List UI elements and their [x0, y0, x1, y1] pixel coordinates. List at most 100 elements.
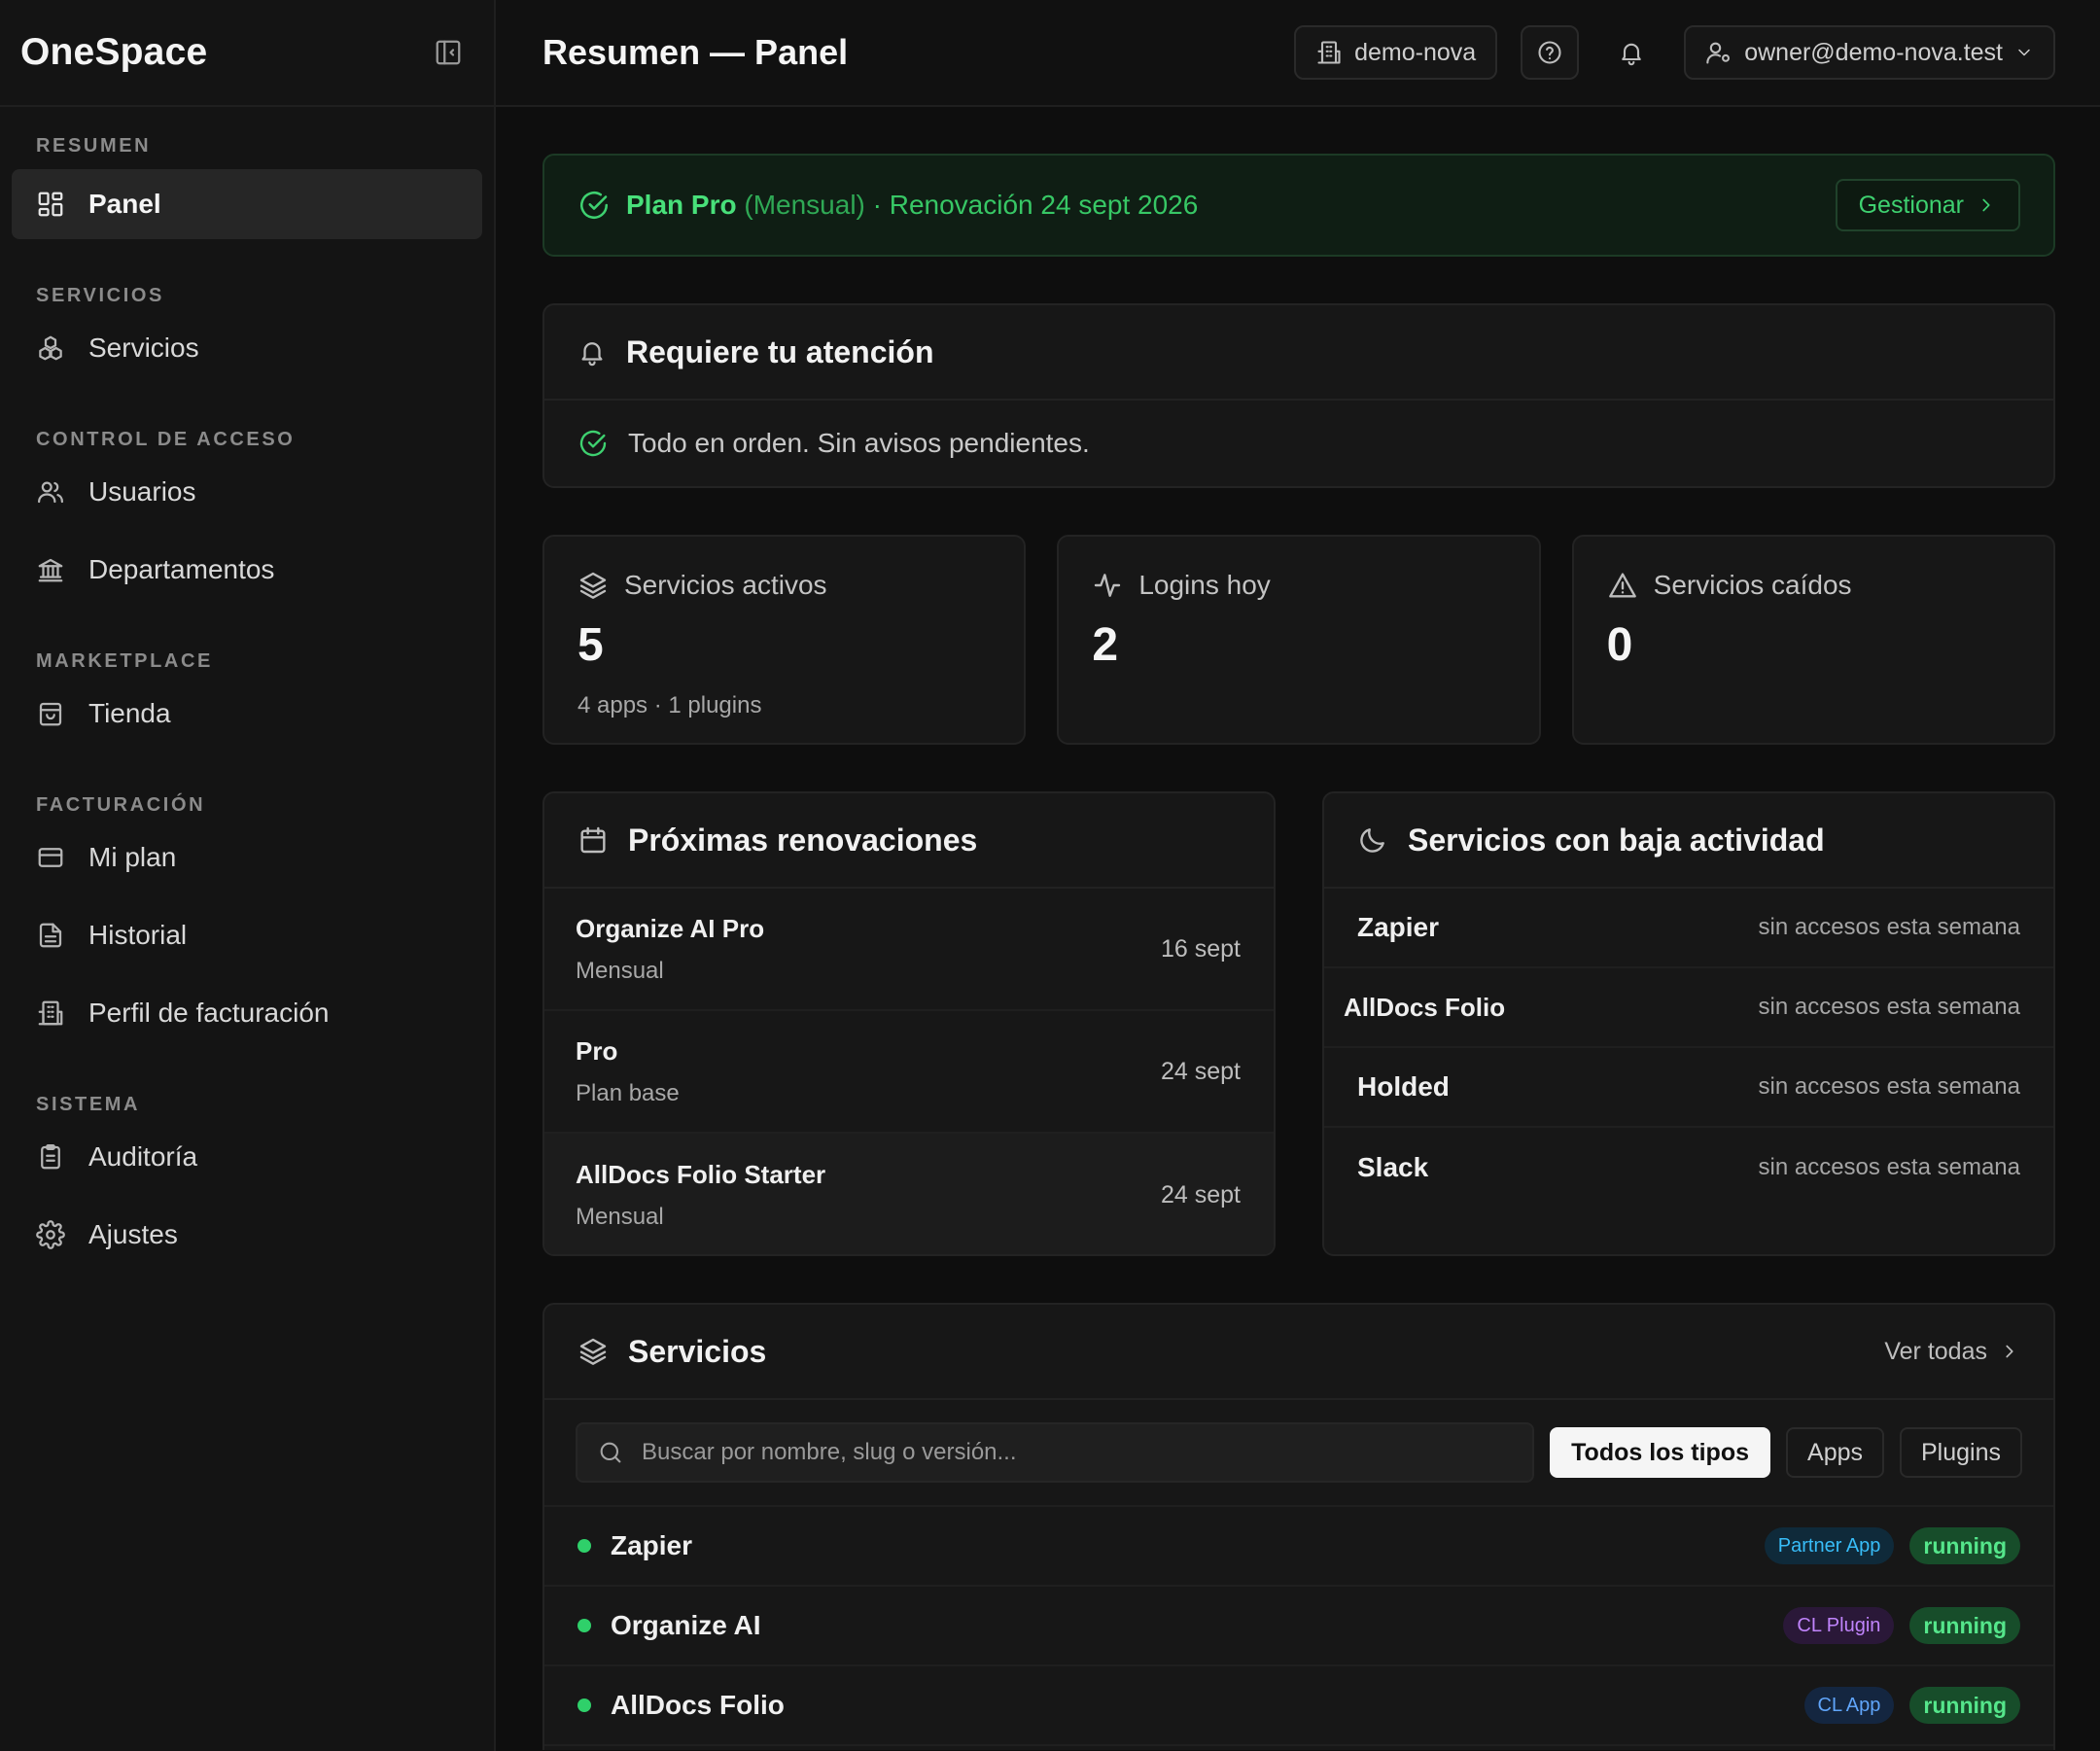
stat-label: Servicios caídos — [1653, 570, 1852, 600]
sidebar-item-label: Tienda — [88, 698, 171, 728]
stat-label: Servicios activos — [624, 570, 827, 600]
list-item[interactable]: AllDocs Folio sin accesos esta semana — [1324, 968, 2053, 1048]
stat-header: Servicios caídos — [1607, 570, 2020, 601]
store-icon — [39, 702, 62, 726]
moon-icon — [1360, 828, 1384, 853]
activity-note: sin accesos esta semana — [1758, 1154, 2020, 1180]
sidebar-item-historial[interactable]: Historial — [12, 900, 482, 970]
sidebar-item-mi-plan[interactable]: Mi plan — [12, 823, 482, 893]
stat-value: 0 — [1606, 619, 1633, 671]
stat-card-servicios-caidos[interactable]: Servicios caídos 0 — [1571, 535, 2055, 745]
renewal-period: Plan base — [576, 1079, 680, 1106]
list-item[interactable]: AllDocs Folio Starter Mensual 24 sept — [544, 1134, 1274, 1254]
table-row[interactable]: Zapier Partner App running — [544, 1507, 2053, 1587]
services-card: Servicios Ver todas Todos los tipos Apps… — [542, 1303, 2055, 1750]
see-all-link[interactable]: Ver todas — [1884, 1338, 2020, 1366]
services-title: Servicios — [628, 1333, 767, 1369]
help-button[interactable] — [1521, 25, 1580, 80]
grid-icon — [38, 192, 63, 217]
users-icon — [38, 481, 63, 504]
stat-card-logins-hoy[interactable]: Logins hoy 2 — [1057, 535, 1541, 745]
sidebar-item-usuarios[interactable]: Usuarios — [12, 457, 482, 527]
search-box — [576, 1422, 1535, 1483]
activity-note: sin accesos esta semana — [1758, 914, 2020, 940]
user-cog-icon — [1706, 42, 1731, 64]
topbar: Resumen — Panel demo-nova owner@demo-nov… — [496, 0, 2100, 107]
credit-card-icon — [38, 848, 63, 867]
renewal-period: Mensual — [576, 1203, 664, 1230]
status-dot — [578, 1698, 591, 1712]
service-name: Zapier — [611, 1530, 693, 1560]
plan-period: (Mensual) — [744, 190, 865, 220]
sidebar-item-label: Ajustes — [88, 1219, 178, 1249]
notifications-button[interactable] — [1602, 25, 1661, 80]
workspace-name: demo-nova — [1354, 38, 1477, 66]
sidebar-header: OneSpace — [0, 0, 494, 107]
renewal-date: 24 sept — [1160, 1057, 1241, 1085]
workspace-switcher[interactable]: demo-nova — [1294, 25, 1498, 80]
list-item[interactable]: Slack sin accesos esta semana — [1324, 1128, 2053, 1208]
nav-section-facturacion: FACTURACIÓN Mi plan Historial Perfil de … — [0, 770, 494, 1048]
filter-all-types[interactable]: Todos los tipos — [1550, 1427, 1771, 1478]
filter-apps[interactable]: Apps — [1786, 1427, 1884, 1478]
nav-section-marketplace: MARKETPLACE Tienda — [0, 626, 494, 749]
low-activity-header: Servicios con baja actividad — [1324, 793, 2053, 889]
section-label: MARKETPLACE — [36, 650, 213, 672]
search-input[interactable] — [642, 1439, 1514, 1466]
section-label: RESUMEN — [36, 135, 152, 157]
attention-header: Requiere tu atención — [544, 305, 2053, 401]
nav-section-resumen: RESUMEN Panel — [0, 128, 494, 239]
activity-note: sin accesos esta semana — [1758, 1073, 2020, 1100]
low-activity-title: Servicios con baja actividad — [1408, 822, 1825, 858]
stat-header: Servicios activos — [578, 570, 991, 601]
sidebar-item-label: Historial — [88, 920, 188, 950]
status-badge: running — [1909, 1527, 2020, 1564]
renewal-date: 24 sept — [1160, 1180, 1241, 1208]
sidebar-item-tienda[interactable]: Tienda — [12, 679, 482, 749]
services-header: Servicios Ver todas — [544, 1305, 2053, 1400]
chevron-down-icon — [2018, 49, 2030, 56]
see-all-label: Ver todas — [1884, 1337, 1987, 1365]
gear-icon — [36, 1220, 65, 1249]
building-icon — [38, 1000, 63, 1026]
page-title: Resumen — Panel — [542, 32, 849, 72]
sidebar-item-label: Panel — [88, 189, 161, 219]
renewals-card: Próximas renovaciones Organize AI Pro Me… — [542, 791, 1276, 1256]
table-row[interactable]: AllDocs Folio CL App running — [544, 1666, 2053, 1746]
collapse-sidebar-icon[interactable] — [432, 36, 465, 69]
sidebar-item-perfil-facturacion[interactable]: Perfil de facturación — [12, 978, 482, 1048]
table-row[interactable]: Organize AI CL Plugin running — [544, 1587, 2053, 1666]
stat-label: Logins hoy — [1138, 570, 1271, 600]
sidebar-item-departamentos[interactable]: Departamentos — [12, 535, 482, 605]
sidebar-item-panel[interactable]: Panel — [12, 169, 482, 239]
calendar-icon — [580, 826, 606, 854]
stat-value: 2 — [1092, 619, 1119, 671]
service-name: AllDocs Folio — [1344, 992, 1506, 1022]
user-menu[interactable]: owner@demo-nova.test — [1684, 25, 2055, 80]
list-item[interactable]: Zapier sin accesos esta semana — [1324, 889, 2053, 968]
filter-plugins[interactable]: Plugins — [1900, 1427, 2022, 1478]
renewal-period: Mensual — [576, 957, 664, 984]
sidebar-item-ajustes[interactable]: Ajustes — [12, 1200, 482, 1270]
stats-row: Servicios activos 5 4 apps · 1 plugins L… — [542, 535, 2055, 745]
sidebar-item-label: Usuarios — [88, 476, 196, 507]
stat-header: Logins hoy — [1092, 570, 1505, 601]
stat-subtext: 4 apps · 1 plugins — [578, 692, 762, 718]
sidebar-item-label: Departamentos — [88, 554, 275, 584]
list-item[interactable]: Organize AI Pro Mensual 16 sept — [544, 889, 1274, 1011]
list-item[interactable]: Holded sin accesos esta semana — [1324, 1048, 2053, 1128]
layers-icon — [579, 1338, 607, 1365]
sidebar-item-auditoria[interactable]: Auditoría — [12, 1122, 482, 1192]
list-item[interactable]: Pro Plan base 24 sept — [544, 1011, 1274, 1134]
manage-plan-button[interactable]: Gestionar — [1835, 179, 2020, 231]
type-badge: CL Plugin — [1783, 1607, 1895, 1644]
status-dot — [578, 1539, 591, 1553]
status-badge: running — [1909, 1687, 2020, 1724]
brand-logo[interactable]: OneSpace — [20, 31, 207, 74]
type-badge: Partner App — [1764, 1527, 1895, 1564]
plan-name: Plan Pro — [626, 190, 737, 220]
stat-card-servicios-activos[interactable]: Servicios activos 5 4 apps · 1 plugins — [542, 535, 1027, 745]
two-column-row: Próximas renovaciones Organize AI Pro Me… — [542, 791, 2055, 1256]
sidebar-item-servicios[interactable]: Servicios — [12, 313, 482, 383]
renewal-name: AllDocs Folio Starter — [576, 1159, 826, 1189]
